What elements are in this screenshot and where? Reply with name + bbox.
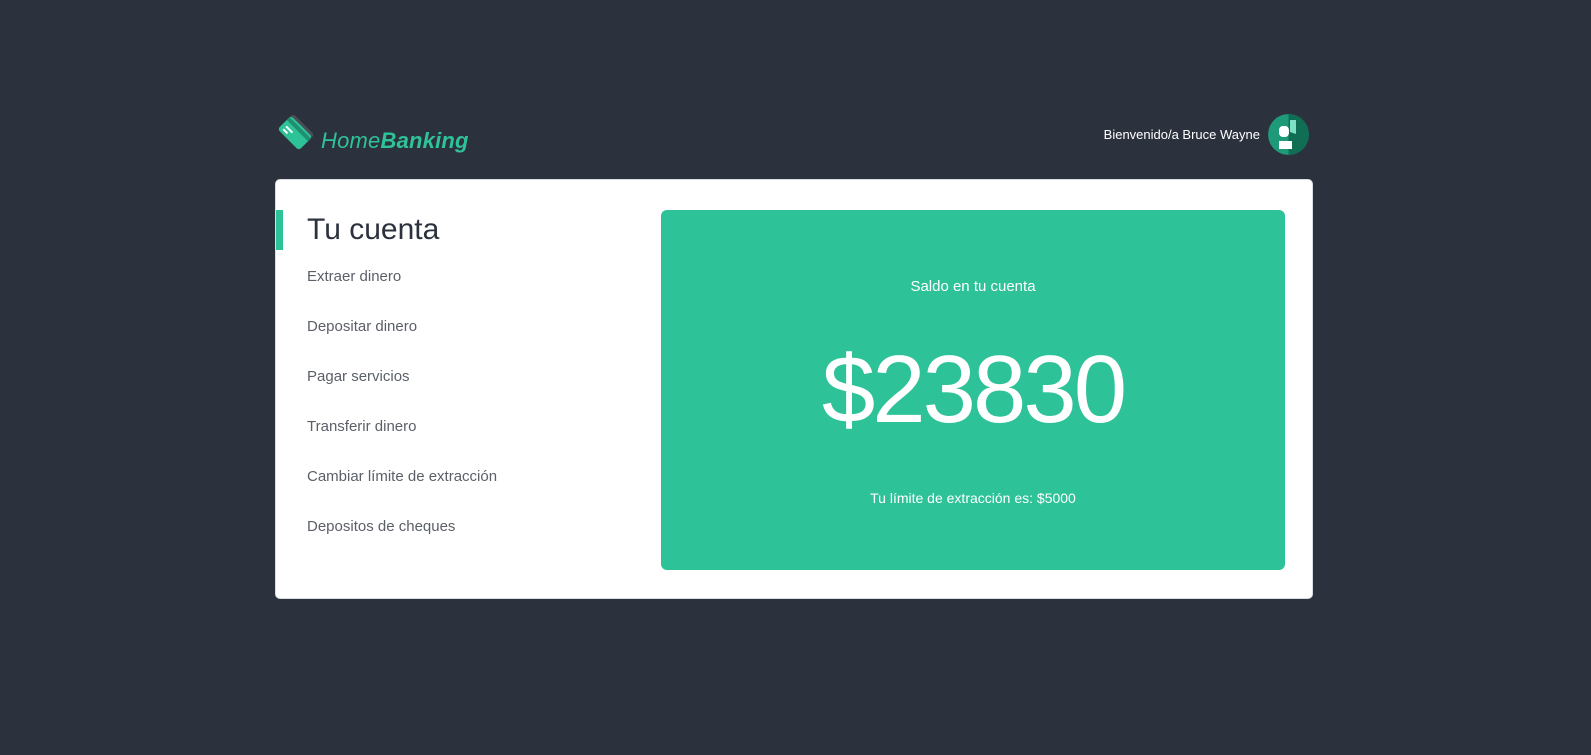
account-menu: Extraer dinero Depositar dinero Pagar se… xyxy=(307,266,497,566)
user-avatar-icon[interactable] xyxy=(1268,114,1309,155)
account-card: Tu cuenta Extraer dinero Depositar diner… xyxy=(275,179,1313,599)
brand-name-bold: Banking xyxy=(380,128,469,153)
brand-name: HomeBanking xyxy=(321,128,469,154)
user-info: Bienvenido/a Bruce Wayne xyxy=(1104,114,1309,155)
balance-panel: Saldo en tu cuenta $23830 Tu límite de e… xyxy=(661,210,1285,570)
section-title: Tu cuenta xyxy=(307,213,440,246)
balance-amount: $23830 xyxy=(821,336,1127,443)
menu-item-cambiar-limite[interactable]: Cambiar límite de extracción xyxy=(307,466,497,516)
header: HomeBanking Bienvenido/a Bruce Wayne xyxy=(275,108,1309,158)
menu-item-depositar-dinero[interactable]: Depositar dinero xyxy=(307,316,497,366)
menu-item-transferir-dinero[interactable]: Transferir dinero xyxy=(307,416,497,466)
brand-name-light: Home xyxy=(321,128,381,153)
menu-item-depositos-cheques[interactable]: Depositos de cheques xyxy=(307,516,497,566)
menu-item-pagar-servicios[interactable]: Pagar servicios xyxy=(307,366,497,416)
extraction-limit: Tu límite de extracción es: $5000 xyxy=(870,490,1076,506)
menu-item-extraer-dinero[interactable]: Extraer dinero xyxy=(307,266,497,316)
logo[interactable]: HomeBanking xyxy=(275,108,469,156)
title-accent-bar xyxy=(276,210,283,250)
credit-card-icon xyxy=(278,114,314,150)
welcome-text: Bienvenido/a Bruce Wayne xyxy=(1103,127,1260,142)
balance-label: Saldo en tu cuenta xyxy=(910,278,1036,295)
